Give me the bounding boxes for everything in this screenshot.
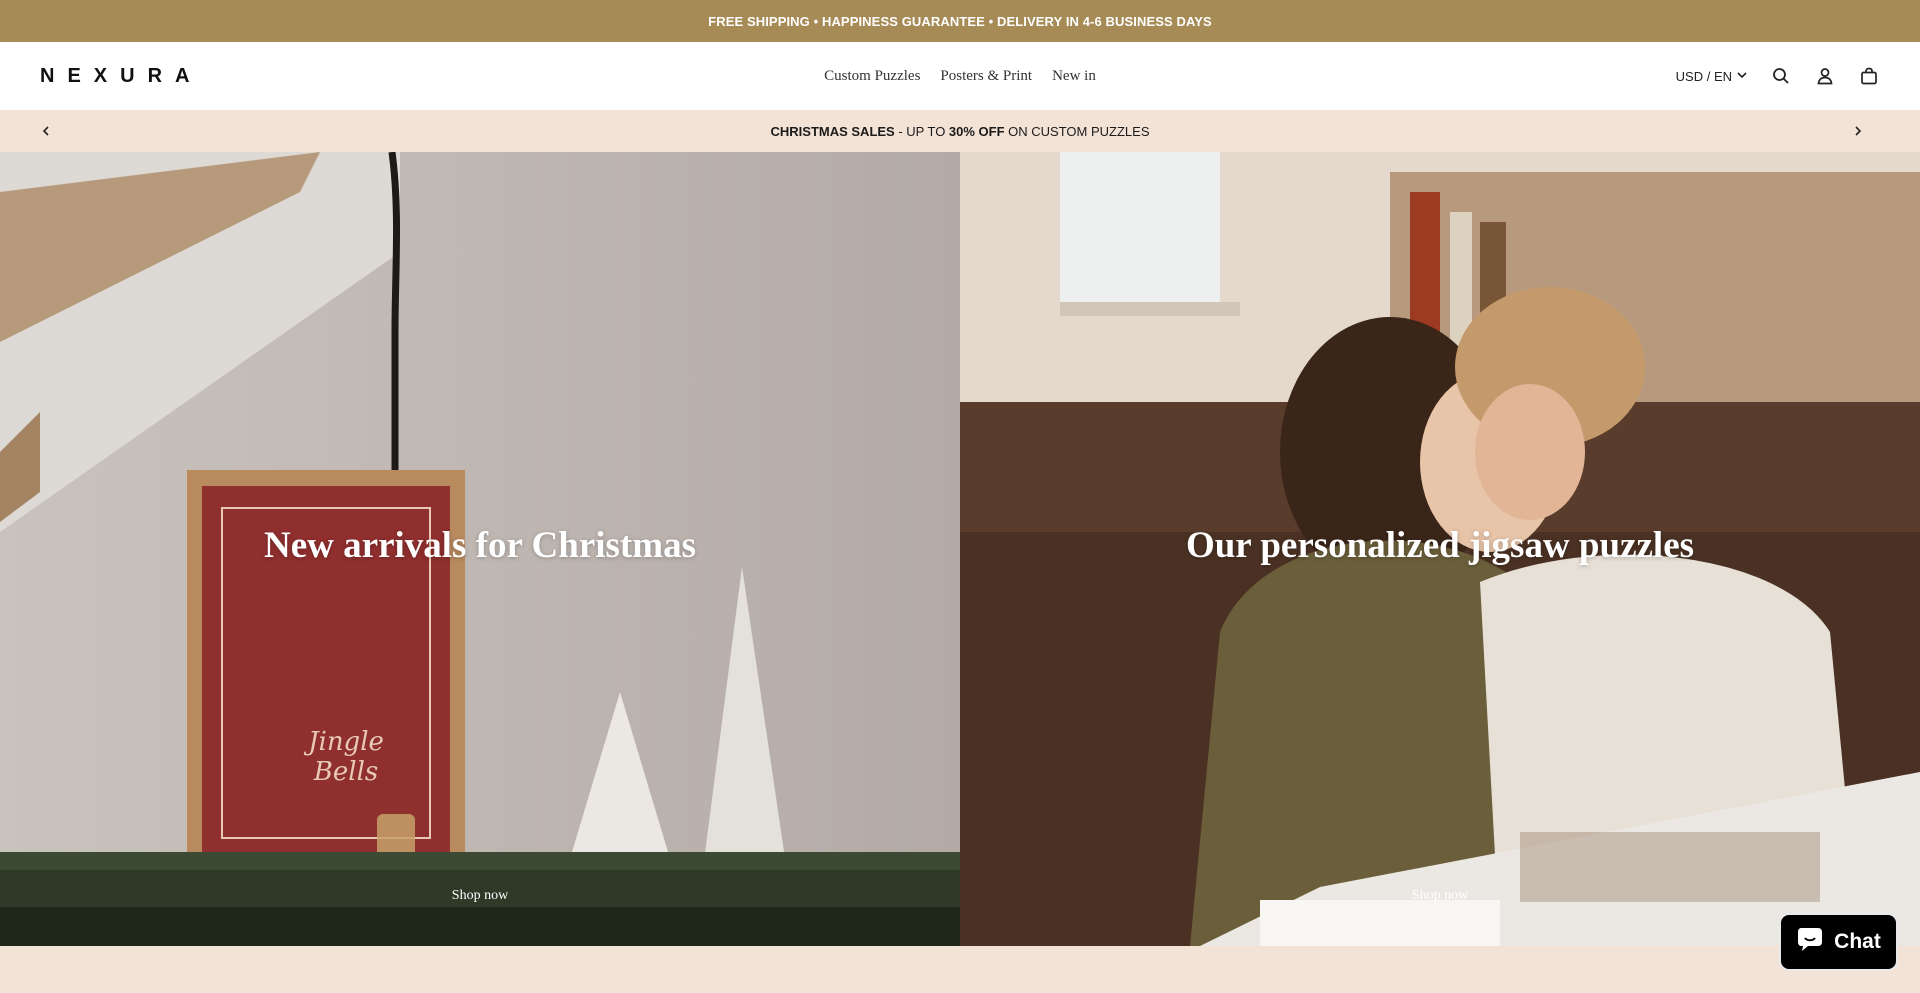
shop-now-link-puzzles[interactable]: Shop now (960, 888, 1920, 904)
promo-text[interactable]: CHRISTMAS SALES - UP TO 30% OFF ON CUSTO… (771, 124, 1150, 139)
hero-section: Jingle Bells New arrivals for Christmas … (0, 152, 1920, 946)
search-icon[interactable] (1770, 65, 1792, 87)
header-actions: USD / EN (1676, 42, 1880, 110)
hero-panel-puzzles[interactable]: Our personalized jigsaw puzzles Shop now (960, 152, 1920, 946)
promo-tail: ON CUSTOM PUZZLES (1004, 123, 1150, 139)
announcement-bar: FREE SHIPPING • HAPPINESS GUARANTEE • DE… (0, 0, 1920, 42)
locale-label: USD / EN (1675, 68, 1732, 84)
chevron-left-icon[interactable] (36, 121, 56, 141)
chat-bubble-icon (1796, 925, 1826, 959)
chat-button[interactable]: Chat (1779, 913, 1898, 971)
account-icon[interactable] (1814, 65, 1836, 87)
nav-posters-print[interactable]: Posters & Print (940, 68, 1032, 85)
site-header: NEXURA Custom Puzzles Posters & Print Ne… (0, 42, 1920, 110)
locale-selector[interactable]: USD / EN (1676, 69, 1748, 84)
promo-title: CHRISTMAS SALES (770, 123, 895, 139)
cart-icon[interactable] (1858, 65, 1880, 87)
svg-text:Bells: Bells (313, 757, 378, 787)
hero-title-christmas: New arrivals for Christmas (264, 525, 696, 566)
logo[interactable]: NEXURA (40, 62, 202, 90)
nav-custom-puzzles[interactable]: Custom Puzzles (824, 68, 920, 85)
announcement-text: FREE SHIPPING • HAPPINESS GUARANTEE • DE… (708, 13, 1212, 29)
main-nav: Custom Puzzles Posters & Print New in (0, 42, 1920, 110)
nav-new-in[interactable]: New in (1052, 68, 1096, 85)
chevron-right-icon[interactable] (1848, 121, 1868, 141)
chat-label: Chat (1834, 930, 1881, 953)
promo-middle: - UP TO (894, 123, 949, 139)
hero-title-puzzles: Our personalized jigsaw puzzles (1185, 525, 1695, 566)
promo-banner: CHRISTMAS SALES - UP TO 30% OFF ON CUSTO… (0, 110, 1920, 152)
svg-text:Jingle: Jingle (303, 727, 384, 757)
chevron-down-icon (1736, 69, 1748, 84)
shop-now-link-christmas[interactable]: Shop now (0, 888, 960, 904)
promo-discount: 30% OFF (948, 123, 1005, 139)
hero-panel-christmas[interactable]: Jingle Bells New arrivals for Christmas … (0, 152, 960, 946)
